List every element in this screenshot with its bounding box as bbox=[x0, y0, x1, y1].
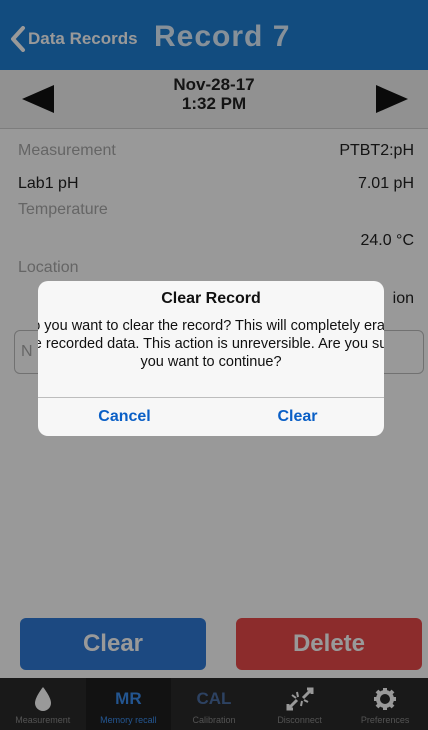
app-screen: Data Records Record 7 Nov-28-17 1:32 PM … bbox=[0, 0, 428, 730]
dialog-cancel-button[interactable]: Cancel bbox=[38, 398, 211, 436]
dialog-clear-button[interactable]: Clear bbox=[211, 398, 384, 436]
clear-record-dialog: Clear Record Do you want to clear the re… bbox=[38, 281, 384, 436]
dialog-title: Clear Record bbox=[161, 290, 261, 307]
dialog-message: Do you want to clear the record? This wi… bbox=[38, 318, 384, 370]
